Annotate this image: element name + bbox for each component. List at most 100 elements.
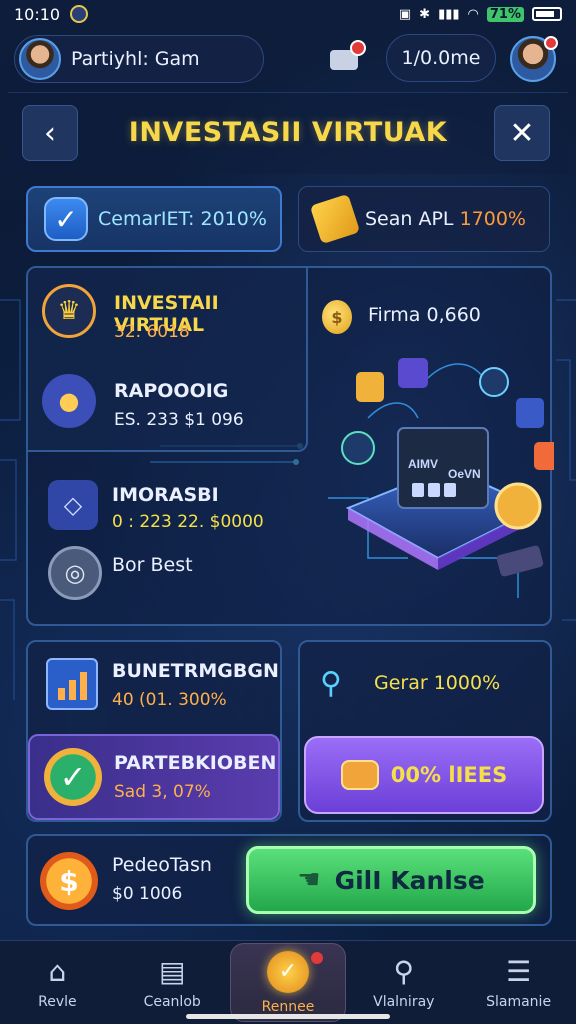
cube-purple <box>398 358 428 388</box>
cart-button[interactable] <box>326 40 366 78</box>
nav-label-search: Vlalniray <box>373 993 435 1010</box>
wifi-icon: ◠ <box>467 6 479 22</box>
balance-pill[interactable]: 1/0.0me <box>386 34 496 82</box>
invest-third-value: 0 : 223 22. $0000 <box>112 512 264 532</box>
avatar <box>19 38 61 80</box>
invest-fourth-title: Bor Best <box>112 554 193 576</box>
diamond-badge-icon: ◇ <box>48 480 98 530</box>
menu-icon: ☰ <box>506 955 532 988</box>
check-shield-icon: ✓ <box>44 197 88 241</box>
user-avatar-button[interactable] <box>510 36 558 82</box>
nav-item-home[interactable]: ⌂ Revle <box>0 941 115 1024</box>
invest-secondary-value: ES. 233 $1 096 <box>114 410 244 430</box>
nav-label-menu: Slamanie <box>486 993 552 1010</box>
check-badge-icon: ✓ <box>266 950 309 993</box>
stat-chip-1[interactable]: ✓ CemarIET: 2010% <box>26 186 282 252</box>
bottom-nav: ⌂ Revle ▤ Ceanlob ✓ Rennee ⚲ Vlalniray ☰… <box>0 940 576 1024</box>
cart-badge <box>350 40 366 56</box>
partner-value: Sad 3, 07% <box>114 782 211 802</box>
verified-icon: ✓ <box>44 748 102 806</box>
invest-secondary-title: RAPOOOIG <box>114 380 229 402</box>
budget-title: BUNETRMGBGN <box>112 660 279 682</box>
offer-button-label: 00% lIEES <box>390 763 508 787</box>
chart-icon <box>46 658 98 710</box>
cube-blue <box>516 398 544 428</box>
stat-chip-2-label: Sean APL 1700% <box>365 208 526 230</box>
document-icon: ▤ <box>158 955 186 988</box>
invest-summary[interactable]: ♛ INVESTAII VIRTUAL 32. 6018 ● RAPOOOIG … <box>28 268 308 452</box>
primary-action-button[interactable]: ☚ GilI Kanlse <box>246 846 536 914</box>
status-bar: 10:10 ▣ ✱ ▮▮▮ ◠ 71% <box>0 0 576 28</box>
signal-icon: ▮▮▮ <box>438 6 460 22</box>
header-panel: ‹ INVESTASII VIRTUAK ✕ <box>8 92 568 174</box>
hand-money-icon: ☚ <box>297 865 321 895</box>
partner-title: PARTEBKIOBEN <box>114 752 277 774</box>
battery-percent: 71% <box>486 6 524 22</box>
cube-yellow <box>356 372 384 402</box>
nav-label-active: Rennee <box>261 998 315 1015</box>
nav-item-active[interactable]: ✓ Rennee <box>229 943 347 1022</box>
payout-title: PedeoTasn <box>112 854 212 876</box>
notification-icon <box>70 5 89 23</box>
node-green <box>341 431 375 465</box>
crown-icon: ♛ <box>42 284 96 338</box>
profile-pill[interactable]: Partiyhl: Gam <box>14 35 264 83</box>
node-blue <box>479 367 509 397</box>
profile-name: Partiyhl: Gam <box>71 48 200 70</box>
chevron-left-icon: ‹ <box>44 115 56 151</box>
dollar-badge-icon: $ <box>40 852 98 910</box>
gear-label: Gerar 1000% <box>374 672 501 694</box>
top-bar: Partiyhl: Gam 1/0.0me <box>14 34 562 84</box>
status-time: 10:10 <box>14 4 61 24</box>
firma-label: Firma 0,660 <box>368 304 481 326</box>
budget-value: 40 (01. 300% <box>112 690 227 710</box>
scene-label-2: OeVN <box>448 467 481 481</box>
app-root: 10:10 ▣ ✱ ▮▮▮ ◠ 71% Partiyhl: Gam 1/0.0m… <box>0 0 576 1024</box>
link-icon: ⚲ <box>320 666 342 701</box>
payout-card: $ PedeoTasn $0 1006 ☚ GilI Kanlse <box>26 834 552 926</box>
stat-chip-2-highlight: 1700% <box>459 208 526 230</box>
close-icon: ✕ <box>509 115 535 151</box>
nav-item-search[interactable]: ⚲ Vlalniray <box>346 941 461 1024</box>
stat-chip-2[interactable]: Sean APL 1700% <box>298 186 550 252</box>
budget-card: BUNETRMGBGN 40 (01. 300% ✓ PARTEBKIOBEN … <box>26 640 282 822</box>
medal-icon: ◎ <box>48 546 102 600</box>
cube-orange <box>534 442 554 470</box>
invest-third-title: IMORASBI <box>112 484 219 506</box>
page-title: INVESTASII VIRTUAK <box>128 117 448 148</box>
status-left: 10:10 <box>14 4 89 24</box>
nav-item-menu[interactable]: ☰ Slamanie <box>461 941 576 1024</box>
coin-large <box>494 482 542 530</box>
nav-badge <box>311 952 324 964</box>
stat-chip-2-text: Sean APL <box>365 208 454 230</box>
scene-label-1: AIMV <box>408 457 438 471</box>
home-indicator[interactable] <box>186 1014 390 1019</box>
avatar-badge <box>544 36 558 50</box>
nav-item-documents[interactable]: ▤ Ceanlob <box>115 941 230 1024</box>
primary-action-label: GilI Kanlse <box>334 865 485 895</box>
status-right: ▣ ✱ ▮▮▮ ◠ 71% <box>398 6 562 22</box>
back-button[interactable]: ‹ <box>22 105 78 161</box>
investment-scene: AIMV OeVN <box>328 358 554 598</box>
search-icon: ⚲ <box>393 955 415 988</box>
gamepad-icon: ● <box>42 374 96 428</box>
coin-icon: $ <box>322 300 352 334</box>
close-button[interactable]: ✕ <box>494 105 550 161</box>
nfc-icon: ▣ <box>398 6 412 22</box>
offer-button[interactable]: 00% lIEES <box>304 736 544 814</box>
phone <box>496 545 544 577</box>
gold-ticket-icon <box>309 193 361 245</box>
invest-panel: ♛ INVESTAII VIRTUAL 32. 6018 ● RAPOOOIG … <box>26 266 554 626</box>
nav-label-home: Revle <box>38 993 77 1010</box>
budget-row[interactable]: BUNETRMGBGN 40 (01. 300% <box>28 642 280 734</box>
payout-value: $0 1006 <box>112 884 183 904</box>
gear-card: ⚲ Gerar 1000% 00% lIEES <box>298 640 552 822</box>
partner-row[interactable]: ✓ PARTEBKIOBEN Sad 3, 07% <box>28 734 280 820</box>
invest-primary-value: 32. 6018 <box>114 322 190 342</box>
bluetooth-icon: ✱ <box>419 6 431 22</box>
tag-icon <box>340 760 379 790</box>
battery-icon <box>532 7 562 21</box>
nav-label-documents: Ceanlob <box>143 993 201 1010</box>
stat-chip-1-label: CemarIET: 2010% <box>98 208 267 230</box>
home-icon: ⌂ <box>48 955 67 988</box>
